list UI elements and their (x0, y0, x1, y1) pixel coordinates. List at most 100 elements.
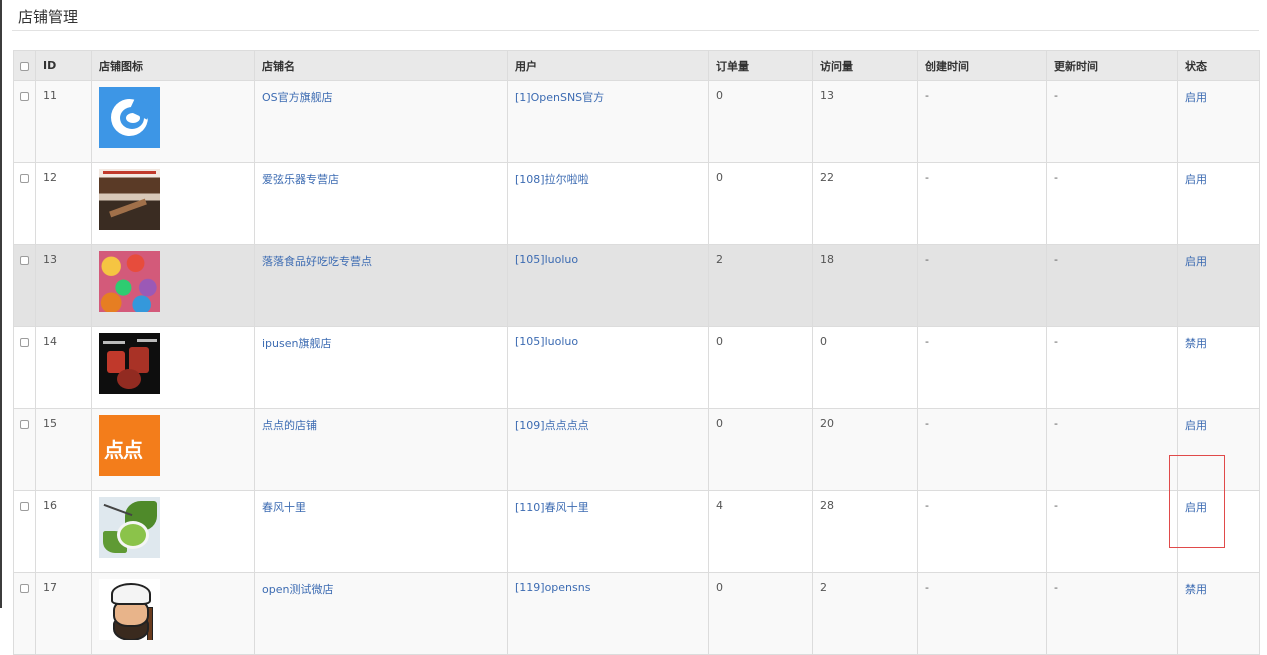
row-checkbox[interactable] (20, 420, 29, 429)
order-count: 4 (708, 490, 813, 573)
row-select-cell (13, 162, 36, 245)
shop-icon-cell (91, 80, 255, 163)
row-select-cell (13, 490, 36, 573)
visit-count: 0 (812, 326, 918, 409)
status-cell: 启用 (1177, 80, 1260, 163)
shop-name-link[interactable]: 春风十里 (262, 501, 306, 514)
shop-logo-image[interactable] (99, 169, 160, 230)
row-select-cell (13, 244, 36, 327)
created-time: - (917, 326, 1047, 409)
order-count: 0 (708, 162, 813, 245)
shop-name-cell: 点点的店铺 (254, 408, 508, 491)
header-created[interactable]: 创建时间 (917, 50, 1047, 81)
shop-id: 17 (35, 572, 92, 655)
order-count: 0 (708, 80, 813, 163)
shop-name-cell: 落落食品好吃吃专营点 (254, 244, 508, 327)
status-cell: 禁用 (1177, 572, 1260, 655)
shop-icon-cell (91, 162, 255, 245)
select-all-checkbox[interactable] (20, 61, 29, 71)
shop-logo-image[interactable]: 点点 (99, 415, 160, 476)
table-row: 16 春风十里 [110]春风十里 4 28 - - 启用 (13, 490, 1260, 573)
status-cell: 启用 (1177, 244, 1260, 327)
status-cell: 启用 (1177, 162, 1260, 245)
shop-name-link[interactable]: ipusen旗舰店 (262, 337, 331, 350)
row-select-cell (13, 80, 36, 163)
visit-count: 28 (812, 490, 918, 573)
shop-name-cell: open测试微店 (254, 572, 508, 655)
row-checkbox[interactable] (20, 502, 29, 511)
row-checkbox[interactable] (20, 256, 29, 265)
user-link[interactable]: [119]opensns (515, 581, 590, 594)
shop-logo-image[interactable] (99, 251, 160, 312)
status-toggle-link[interactable]: 启用 (1185, 255, 1207, 268)
shop-icon-cell (91, 244, 255, 327)
created-time: - (917, 572, 1047, 655)
status-cell: 禁用 (1177, 326, 1260, 409)
created-time: - (917, 80, 1047, 163)
header-status[interactable]: 状态 (1177, 50, 1260, 81)
header-divider (12, 30, 1259, 31)
updated-time: - (1046, 490, 1178, 573)
updated-time: - (1046, 162, 1178, 245)
shop-id: 15 (35, 408, 92, 491)
user-link[interactable]: [108]拉尔啦啦 (515, 173, 589, 186)
shop-name-link[interactable]: 爱弦乐器专营店 (262, 173, 339, 186)
table-row: 13 落落食品好吃吃专营点 [105]luoluo 2 18 - - 启用 (13, 244, 1260, 327)
status-toggle-link[interactable]: 禁用 (1185, 583, 1207, 596)
status-toggle-link[interactable]: 启用 (1185, 91, 1207, 104)
order-count: 2 (708, 244, 813, 327)
table-header-row: ID 店铺图标 店铺名 用户 订单量 访问量 创建时间 更新时间 状态 (13, 50, 1260, 81)
header-user[interactable]: 用户 (507, 50, 709, 81)
order-count: 0 (708, 326, 813, 409)
row-checkbox[interactable] (20, 92, 29, 101)
shop-logo-image[interactable] (99, 87, 160, 148)
user-cell: [119]opensns (507, 572, 709, 655)
shop-table: ID 店铺图标 店铺名 用户 订单量 访问量 创建时间 更新时间 状态 11 O… (13, 50, 1260, 655)
shop-name-cell: 春风十里 (254, 490, 508, 573)
status-toggle-link[interactable]: 启用 (1185, 419, 1207, 432)
visit-count: 20 (812, 408, 918, 491)
user-link[interactable]: [105]luoluo (515, 253, 578, 266)
user-link[interactable]: [110]春风十里 (515, 501, 589, 514)
visit-count: 18 (812, 244, 918, 327)
logo-text: 点点 (104, 438, 143, 462)
shop-name-cell: 爱弦乐器专营店 (254, 162, 508, 245)
header-visits[interactable]: 访问量 (812, 50, 918, 81)
status-toggle-link[interactable]: 启用 (1185, 173, 1207, 186)
shop-id: 16 (35, 490, 92, 573)
shop-id: 13 (35, 244, 92, 327)
user-link[interactable]: [105]luoluo (515, 335, 578, 348)
shop-id: 11 (35, 80, 92, 163)
shop-name-link[interactable]: 点点的店铺 (262, 419, 317, 432)
row-checkbox[interactable] (20, 338, 29, 347)
header-icon[interactable]: 店铺图标 (91, 50, 255, 81)
shop-id: 14 (35, 326, 92, 409)
header-id[interactable]: ID (35, 50, 92, 81)
user-cell: [105]luoluo (507, 326, 709, 409)
shop-icon-cell (91, 490, 255, 573)
shop-name-link[interactable]: open测试微店 (262, 583, 333, 596)
page-title: 店铺管理 (18, 8, 79, 26)
visit-count: 22 (812, 162, 918, 245)
visit-count: 13 (812, 80, 918, 163)
shop-logo-image[interactable] (99, 333, 160, 394)
user-link[interactable]: [109]点点点点 (515, 419, 589, 432)
header-orders[interactable]: 订单量 (708, 50, 813, 81)
status-toggle-link[interactable]: 禁用 (1185, 337, 1207, 350)
shop-name-link[interactable]: 落落食品好吃吃专营点 (262, 255, 372, 268)
left-edge-rail (0, 0, 2, 608)
table-row: 17 open测试微店 [119]opensns 0 2 - - 禁用 (13, 572, 1260, 655)
created-time: - (917, 408, 1047, 491)
row-checkbox[interactable] (20, 584, 29, 593)
shop-name-link[interactable]: OS官方旗舰店 (262, 91, 333, 104)
annotation-highlight-box (1169, 455, 1225, 548)
user-link[interactable]: [1]OpenSNS官方 (515, 91, 604, 104)
user-cell: [105]luoluo (507, 244, 709, 327)
shop-logo-image[interactable] (99, 579, 160, 640)
updated-time: - (1046, 572, 1178, 655)
shop-logo-image[interactable] (99, 497, 160, 558)
header-updated[interactable]: 更新时间 (1046, 50, 1178, 81)
header-name[interactable]: 店铺名 (254, 50, 508, 81)
row-checkbox[interactable] (20, 174, 29, 183)
updated-time: - (1046, 244, 1178, 327)
